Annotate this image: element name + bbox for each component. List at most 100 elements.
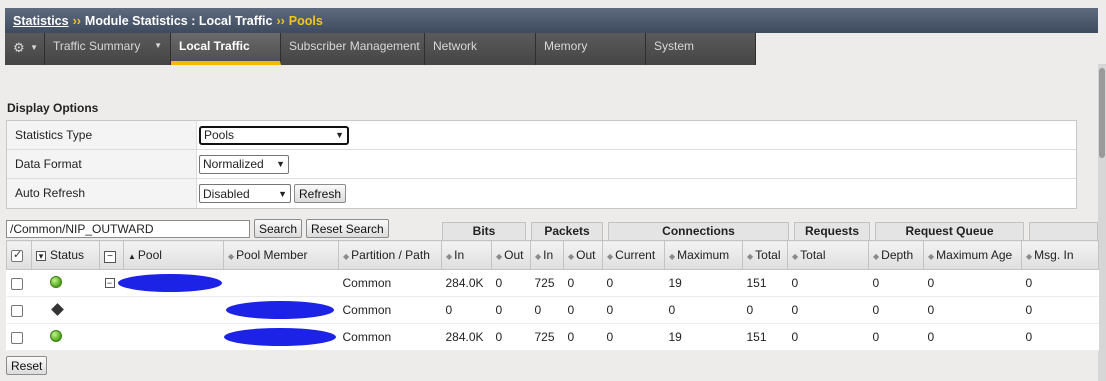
redacted-pool-member[interactable] bbox=[223, 328, 336, 346]
breadcrumb-current: Pools bbox=[288, 13, 323, 28]
column-partition-path[interactable]: ◆ Partition / Path bbox=[338, 240, 442, 270]
tab-local-traffic[interactable]: Local Traffic bbox=[171, 33, 281, 65]
conn-maximum-cell: 0 bbox=[664, 296, 743, 324]
select-all-column[interactable] bbox=[6, 240, 32, 270]
tab-network[interactable]: Network bbox=[425, 33, 536, 65]
column-label: Pool bbox=[137, 248, 162, 262]
chevron-down-icon: ▼ bbox=[276, 159, 285, 169]
auto-refresh-select[interactable]: Disabled ▼ bbox=[199, 184, 291, 203]
column-collapse-all[interactable]: − bbox=[99, 240, 124, 270]
status-cell bbox=[31, 323, 100, 351]
conn-total-cell: 151 bbox=[742, 323, 788, 351]
partition-cell: Common bbox=[338, 269, 442, 297]
column-pool[interactable]: ▲ Pool bbox=[123, 240, 224, 270]
table-row: Common 284.0K 0 725 0 0 19 151 0 0 0 0 bbox=[6, 323, 1099, 351]
packets-in-cell: 0 bbox=[530, 296, 564, 324]
collapse-pool-icon[interactable]: − bbox=[104, 278, 115, 289]
column-label: Current bbox=[615, 248, 656, 262]
column-queue-depth[interactable]: ◆ Depth bbox=[868, 240, 924, 270]
row-select-cell bbox=[6, 269, 32, 297]
reset-button[interactable]: Reset bbox=[6, 356, 48, 375]
conn-total-cell: 151 bbox=[742, 269, 788, 297]
vertical-scrollbar[interactable] bbox=[1098, 64, 1106, 381]
sort-icon: ◆ bbox=[446, 252, 453, 261]
statistics-type-select[interactable]: Pools ▼ bbox=[199, 125, 349, 145]
queue-depth-cell: 0 bbox=[868, 296, 924, 324]
tab-label: Network bbox=[433, 39, 478, 53]
column-queue-maximum-age[interactable]: ◆ Maximum Age bbox=[923, 240, 1022, 270]
tab-subscriber-management[interactable]: Subscriber Management bbox=[281, 33, 425, 65]
row-checkbox[interactable] bbox=[10, 277, 23, 290]
msg-in-cell: 0 bbox=[1021, 323, 1099, 351]
sort-ascending-icon: ▲ bbox=[128, 252, 136, 261]
queue-max-age-cell: 0 bbox=[923, 269, 1022, 297]
search-button[interactable]: Search bbox=[254, 219, 303, 238]
collapse-all-icon[interactable]: − bbox=[104, 250, 116, 263]
data-format-label: Data Format bbox=[7, 150, 197, 178]
search-bar: /Common/NIP_OUTWARD Search Reset Search bbox=[6, 219, 389, 238]
column-label: Total bbox=[800, 248, 826, 262]
breadcrumb-module-statistics: Module Statistics : Local Traffic bbox=[84, 13, 273, 28]
column-bits-in[interactable]: ◆ In bbox=[441, 240, 492, 270]
gear-icon: ⚙ bbox=[13, 40, 25, 55]
breadcrumb-separator: ›› bbox=[72, 13, 81, 28]
bits-out-cell: 0 bbox=[491, 323, 531, 351]
requests-total-cell: 0 bbox=[787, 296, 869, 324]
row-checkbox[interactable] bbox=[10, 304, 23, 317]
sort-icon: ◆ bbox=[747, 252, 754, 261]
column-pool-member[interactable]: ◆ Pool Member bbox=[223, 240, 339, 270]
reset-search-button[interactable]: Reset Search bbox=[306, 219, 389, 238]
member-cell bbox=[223, 323, 339, 351]
tab-system[interactable]: System bbox=[646, 33, 756, 65]
row-checkbox[interactable] bbox=[10, 331, 23, 344]
scrollbar-thumb[interactable] bbox=[1099, 68, 1105, 158]
column-label: Partition / Path bbox=[351, 248, 430, 262]
bits-out-cell: 0 bbox=[491, 269, 531, 297]
column-label: Out bbox=[504, 248, 524, 262]
column-packets-in[interactable]: ◆ In bbox=[530, 240, 564, 270]
column-label: Maximum Age bbox=[936, 248, 1013, 262]
bits-out-cell: 0 bbox=[491, 296, 531, 324]
column-msg-in[interactable]: ◆ Msg. In bbox=[1021, 240, 1099, 270]
tab-gear-menu[interactable]: ⚙ ▼ bbox=[5, 33, 45, 65]
sort-icon: ◆ bbox=[928, 252, 935, 261]
breadcrumb-statistics-link[interactable]: Statistics bbox=[13, 14, 69, 28]
refresh-button[interactable]: Refresh bbox=[294, 184, 347, 203]
redacted-pool-member[interactable] bbox=[225, 301, 334, 319]
tab-traffic-summary[interactable]: Traffic Summary ▼ bbox=[45, 33, 171, 65]
statistics-type-row: Statistics Type Pools ▼ bbox=[7, 121, 1076, 150]
status-available-icon bbox=[49, 329, 62, 342]
select-all-checkbox[interactable] bbox=[11, 248, 23, 262]
group-header-bits: Bits bbox=[442, 222, 526, 240]
packets-out-cell: 0 bbox=[563, 296, 603, 324]
status-unknown-icon bbox=[50, 303, 64, 316]
group-header-request-queue: Request Queue bbox=[875, 222, 1024, 240]
redacted-pool-name[interactable] bbox=[117, 274, 222, 292]
table-header-row: ▾Status − ▲Pool ◆Pool Member ◆Partition … bbox=[6, 240, 1099, 270]
auto-refresh-row: Auto Refresh Disabled ▼ Refresh bbox=[7, 179, 1076, 208]
packets-in-cell: 725 bbox=[530, 269, 564, 297]
statistics-type-label: Statistics Type bbox=[7, 121, 197, 149]
member-cell bbox=[223, 296, 339, 324]
chevron-down-icon[interactable]: ▾ bbox=[36, 251, 46, 261]
column-requests-total[interactable]: ◆ Total bbox=[787, 240, 869, 270]
conn-current-cell: 0 bbox=[602, 323, 665, 351]
tab-memory[interactable]: Memory bbox=[536, 33, 646, 65]
column-connections-current[interactable]: ◆ Current bbox=[602, 240, 665, 270]
column-label: In bbox=[454, 248, 465, 262]
packets-out-cell: 0 bbox=[563, 323, 603, 351]
column-connections-maximum[interactable]: ◆ Maximum bbox=[664, 240, 743, 270]
column-status[interactable]: ▾ Status bbox=[31, 240, 100, 270]
queue-depth-cell: 0 bbox=[868, 323, 924, 351]
sort-icon: ◆ bbox=[535, 252, 542, 261]
group-header-packets: Packets bbox=[531, 222, 603, 240]
sort-icon: ◆ bbox=[669, 252, 676, 261]
column-label: Maximum bbox=[677, 248, 730, 262]
column-connections-total[interactable]: ◆ Total bbox=[742, 240, 788, 270]
column-bits-out[interactable]: ◆ Out bbox=[491, 240, 531, 270]
column-packets-out[interactable]: ◆ Out bbox=[563, 240, 603, 270]
tab-label: Traffic Summary bbox=[53, 39, 141, 53]
search-input[interactable]: /Common/NIP_OUTWARD bbox=[6, 219, 250, 238]
group-header-requests: Requests bbox=[794, 222, 870, 240]
data-format-select[interactable]: Normalized ▼ bbox=[199, 154, 289, 174]
